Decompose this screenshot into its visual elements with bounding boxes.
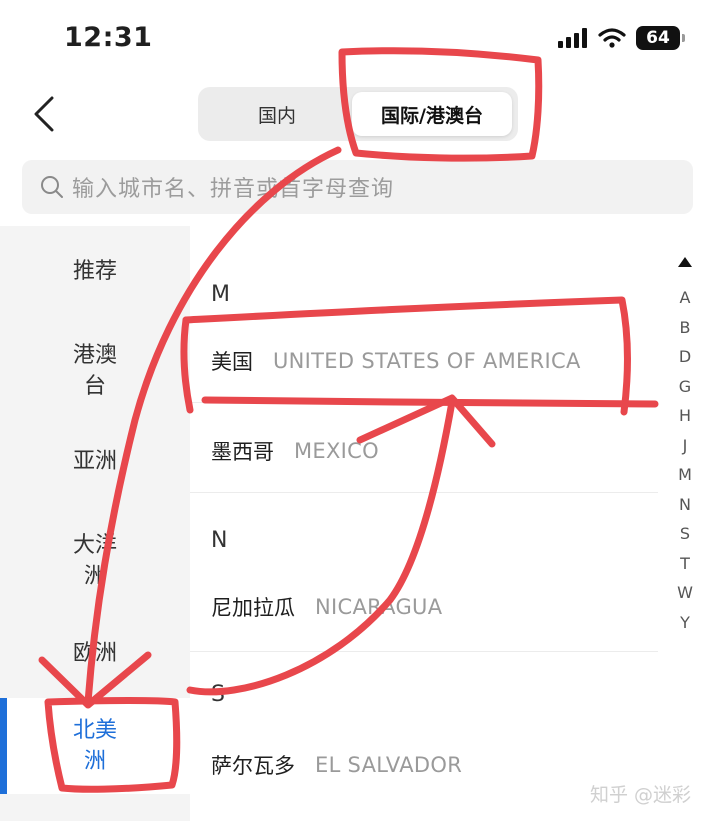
- search-input[interactable]: 输入城市名、拼音或首字母查询: [22, 160, 693, 214]
- country-name-cn: 萨尔瓦多: [211, 754, 295, 778]
- back-button[interactable]: [22, 92, 66, 136]
- index-letter[interactable]: J: [670, 436, 700, 455]
- section-letter: S: [211, 682, 225, 707]
- divider: [190, 651, 658, 652]
- status-bar: 12:31 64: [0, 0, 720, 80]
- list-item[interactable]: 墨西哥 MEXICO: [190, 411, 658, 491]
- sidebar-item-recommended[interactable]: 推荐: [0, 246, 190, 296]
- country-name-cn: 墨西哥: [211, 440, 274, 464]
- wifi-icon: [598, 28, 626, 48]
- sidebar-item-hk-macao-taiwan[interactable]: 港澳台: [0, 331, 190, 411]
- tab-international[interactable]: 国际/港澳台: [352, 92, 512, 136]
- index-letter[interactable]: M: [670, 465, 700, 484]
- sidebar-item-north-america[interactable]: 北美洲: [0, 698, 190, 794]
- region-sidebar: 推荐 港澳台 亚洲 大洋洲 欧洲 北美洲: [0, 226, 190, 821]
- sidebar-item-label: 推荐: [72, 258, 117, 284]
- country-list: M 美国 UNITED STATES OF AMERICA 墨西哥 MEXICO…: [190, 226, 658, 821]
- list-item[interactable]: 尼加拉瓜 NICARAGUA: [190, 567, 658, 647]
- sidebar-item-label: 欧洲: [72, 640, 117, 666]
- chevron-left-icon: [34, 96, 54, 132]
- index-up-arrow-icon[interactable]: [675, 252, 695, 272]
- list-item[interactable]: 萨尔瓦多 EL SALVADOR: [190, 725, 658, 805]
- watermark: 知乎 @迷彩: [590, 784, 692, 806]
- divider: [190, 402, 658, 403]
- divider: [190, 492, 658, 493]
- index-letter[interactable]: W: [670, 583, 700, 602]
- sidebar-item-label: 北美洲: [72, 718, 117, 774]
- search-placeholder: 输入城市名、拼音或首字母查询: [72, 177, 395, 202]
- signal-icon: [558, 28, 587, 48]
- country-name-en: MEXICO: [294, 439, 379, 463]
- index-letter[interactable]: B: [670, 318, 700, 337]
- country-name-cn: 美国: [211, 350, 253, 374]
- index-letter[interactable]: N: [670, 495, 700, 514]
- country-name-en: UNITED STATES OF AMERICA: [273, 349, 581, 373]
- index-letter[interactable]: D: [670, 347, 700, 366]
- search-icon: [40, 174, 66, 200]
- index-letter[interactable]: S: [670, 524, 700, 543]
- index-letter[interactable]: A: [670, 288, 700, 307]
- sidebar-item-asia[interactable]: 亚洲: [0, 436, 190, 486]
- index-letter[interactable]: G: [670, 377, 700, 396]
- sidebar-item-label: 大洋洲: [72, 533, 117, 589]
- sidebar-item-europe[interactable]: 欧洲: [0, 628, 190, 678]
- region-tabs: 国内 国际/港澳台: [198, 87, 518, 141]
- index-letter[interactable]: Y: [670, 613, 700, 632]
- country-name-en: EL SALVADOR: [315, 753, 463, 777]
- active-indicator: [0, 698, 7, 794]
- list-item[interactable]: 美国 UNITED STATES OF AMERICA: [190, 321, 658, 401]
- section-letter: N: [211, 528, 228, 553]
- country-name-cn: 尼加拉瓜: [211, 596, 295, 620]
- tab-domestic[interactable]: 国内: [204, 92, 350, 136]
- index-letter[interactable]: H: [670, 406, 700, 425]
- sidebar-item-label: 亚洲: [72, 448, 117, 474]
- status-time: 12:31: [64, 22, 153, 53]
- sidebar-item-oceania[interactable]: 大洋洲: [0, 526, 190, 596]
- battery-icon: 64: [636, 26, 685, 50]
- index-letter[interactable]: T: [670, 554, 700, 573]
- status-icons: 64: [558, 26, 685, 50]
- section-letter: M: [211, 282, 230, 307]
- sidebar-item-label: 港澳台: [72, 343, 117, 399]
- country-name-en: NICARAGUA: [315, 595, 443, 619]
